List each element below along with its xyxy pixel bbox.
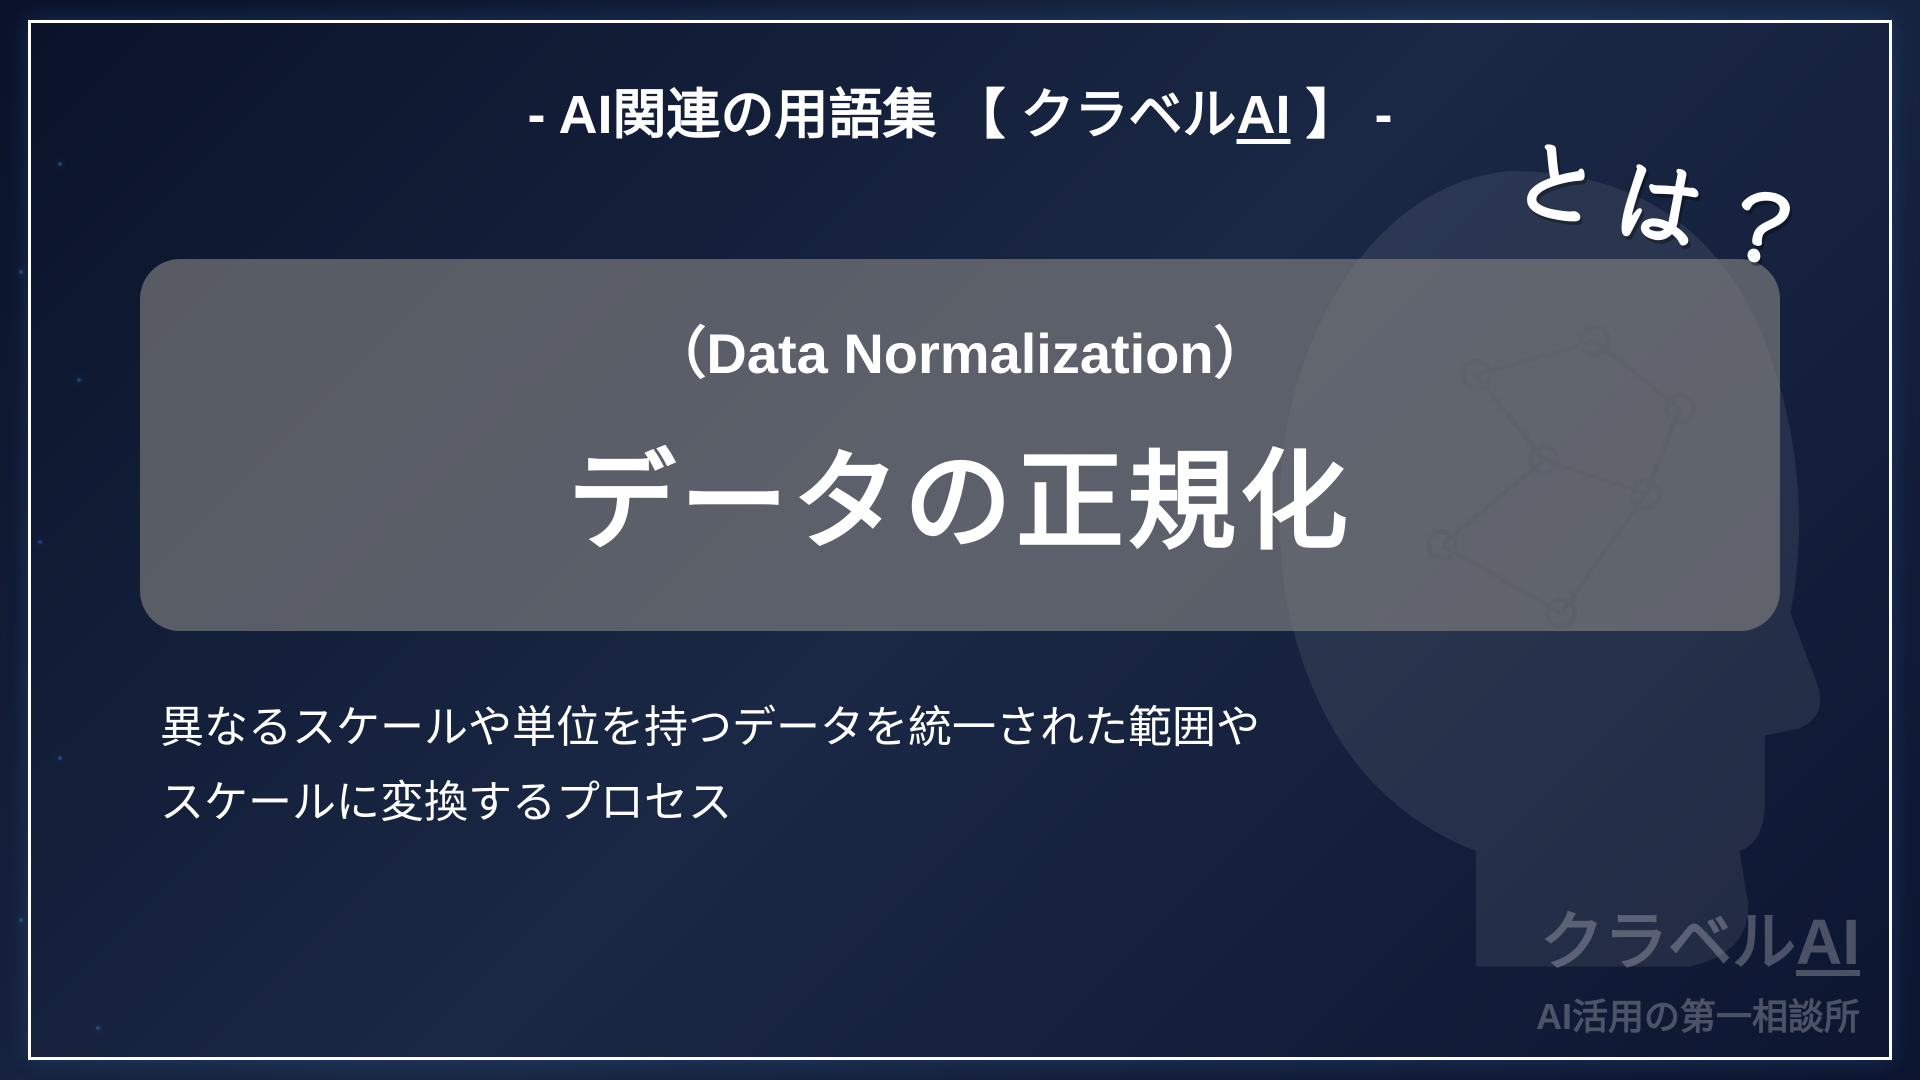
description-line-2: スケールに変換するプロセス [160, 766, 1800, 841]
term-box: とは？ （Data Normalization） データの正規化 [140, 259, 1780, 631]
english-term: （Data Normalization） [200, 309, 1720, 390]
header-ai: AI [1237, 85, 1291, 145]
description: 異なるスケールや単位を持つデータを統一された範囲や スケールに変換するプロセス [160, 691, 1800, 841]
header-prefix: - AI関連の用語集 【 クラベル [528, 85, 1237, 145]
slide-content: - AI関連の用語集 【 クラベルAI 】 - とは？ （Data Normal… [0, 0, 1920, 1080]
japanese-term: データの正規化 [200, 415, 1720, 571]
header-suffix: 】 - [1291, 85, 1393, 145]
description-line-1: 異なるスケールや単位を持つデータを統一された範囲や [160, 691, 1800, 766]
